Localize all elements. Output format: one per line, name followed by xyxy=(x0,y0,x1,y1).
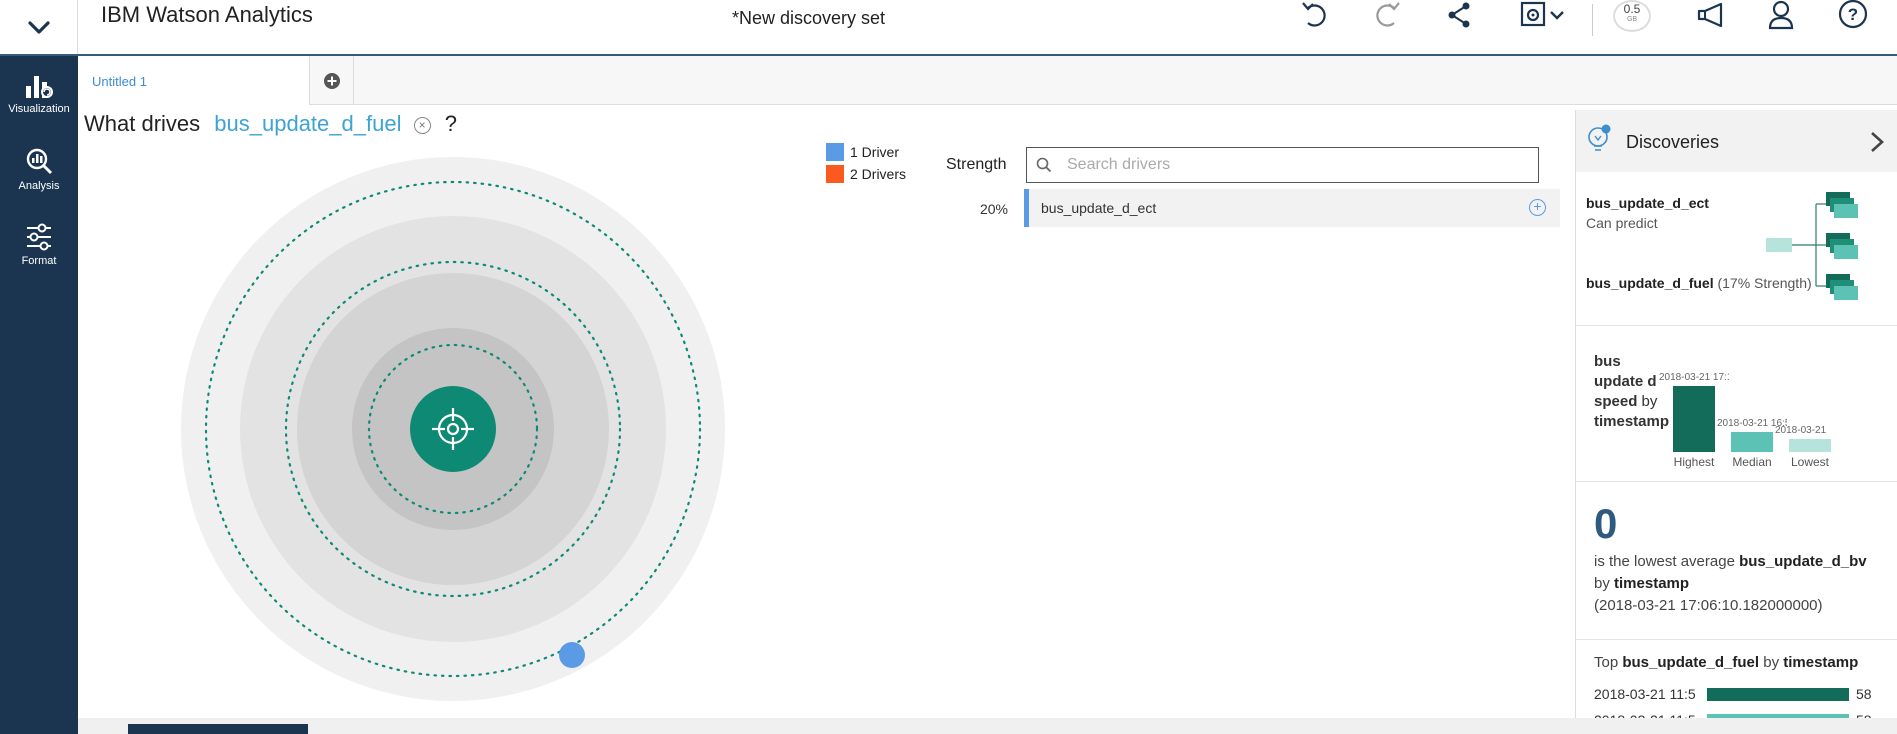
legend-swatch xyxy=(826,165,844,183)
sidebar-item-label: Analysis xyxy=(18,180,60,192)
visualization-icon xyxy=(26,76,53,98)
plus-circle-icon xyxy=(323,72,340,89)
bar-label: Median xyxy=(1732,455,1772,469)
discoveries-title: Discoveries xyxy=(1626,132,1720,152)
help-icon[interactable]: ? xyxy=(1836,0,1870,30)
row-label: 2018-03-21 11:5 xyxy=(1594,686,1696,702)
undo-icon[interactable] xyxy=(1298,0,1332,30)
share-icon[interactable] xyxy=(1444,0,1474,30)
legend-item-2-drivers: 2 Drivers xyxy=(826,163,906,185)
format-icon xyxy=(27,223,51,251)
tab-untitled-1[interactable]: Untitled 1 xyxy=(78,56,310,105)
discovery-card-lowest-average[interactable]: 0 is the lowest average bus_update_d_bv … xyxy=(1576,490,1897,640)
tab-strip: Untitled 1 xyxy=(78,56,1897,105)
insight-text: is the lowest average bus_update_d_bv xyxy=(1594,553,1867,570)
clear-target-icon[interactable]: × xyxy=(413,117,431,134)
driver-name: bus_update_d_ect xyxy=(1041,200,1157,216)
insight-field: bus_update_d_bv xyxy=(1739,553,1867,570)
card-title-line: bus xyxy=(1594,353,1621,370)
driver-list-item[interactable]: bus_update_d_ect + xyxy=(1024,189,1560,227)
announcement-icon[interactable] xyxy=(1694,0,1728,30)
driver-dot-bus-update-d-ect[interactable] xyxy=(559,642,585,668)
bar-label: Lowest xyxy=(1790,455,1830,469)
save-menu-button[interactable] xyxy=(1514,0,1570,30)
card-title-line: speed xyxy=(1594,393,1638,410)
top-list-row: 2018-03-21 11:5 58 xyxy=(1594,684,1894,704)
card-title: Top bus_update_d_fuel by timestamp xyxy=(1594,654,1858,671)
search-drivers-input[interactable] xyxy=(1067,156,1507,174)
toolbar-divider xyxy=(1592,4,1593,36)
discoveries-panel: Discoveries bus_update_d_ect Can predict… xyxy=(1575,110,1897,734)
storage-unit: GB xyxy=(1626,16,1638,23)
card-title: bus update d speed by timestamp xyxy=(1594,352,1670,432)
card-title-line: update d xyxy=(1594,373,1657,390)
card-title-plain: Top xyxy=(1594,654,1623,671)
strength-label: Strength xyxy=(946,156,1007,173)
sidebar-item-visualization[interactable]: Visualization xyxy=(0,70,78,115)
insight-by-field: timestamp xyxy=(1614,575,1690,592)
mini-bar-chart: 2018-03-21 17:1 Highest 2018-03-21 16:5 Med… xyxy=(1659,334,1896,482)
row-value: 58 xyxy=(1856,686,1872,702)
storage-value: 0.5 xyxy=(1623,2,1641,16)
top-bar: IBM Watson Analytics *New discovery set … xyxy=(0,0,1897,56)
sidebar-item-label: Visualization xyxy=(8,103,70,115)
question-prefix: What drives xyxy=(84,111,201,136)
insight-by-text: by xyxy=(1594,575,1615,592)
target-node[interactable] xyxy=(410,386,496,472)
insight-value: 0 xyxy=(1594,500,1618,547)
discovery-card-speed-by-timestamp[interactable]: bus update d speed by timestamp 2018-03-… xyxy=(1576,334,1897,482)
bar[interactable] xyxy=(1731,432,1773,452)
left-sidebar: Visualization Analysis Format xyxy=(0,56,78,734)
storage-indicator[interactable]: 0.5 GB xyxy=(1613,0,1651,32)
card-title-by: by xyxy=(1759,654,1784,671)
card-title-field: timestamp xyxy=(1783,654,1859,671)
legend-label: 2 Drivers xyxy=(850,166,907,182)
bottom-bar-handle[interactable] xyxy=(128,724,308,734)
bar-top-label: 2018-03-21 17:1 xyxy=(1659,372,1729,383)
chevron-down-icon xyxy=(1550,11,1564,20)
bar-label: Highest xyxy=(1673,455,1715,469)
card-title-field: bus_update_d_fuel xyxy=(1622,654,1760,671)
sidebar-item-format[interactable]: Format xyxy=(0,222,78,267)
question-target[interactable]: bus_update_d_fuel xyxy=(214,111,401,136)
search-icon xyxy=(1036,157,1052,173)
analysis-icon xyxy=(26,148,53,175)
bar[interactable] xyxy=(1789,439,1831,452)
predicted-field-name: bus_update_d_fuel xyxy=(1586,275,1714,291)
card-title-line: timestamp xyxy=(1594,413,1670,430)
discovery-card-predict[interactable]: bus_update_d_ect Can predict bus_update_… xyxy=(1576,178,1897,326)
insight-timestamp: (2018-03-21 17:06:10.182000000) xyxy=(1594,597,1823,614)
predict-caption: Can predict xyxy=(1586,215,1658,231)
legend-item-1-driver: 1 Driver xyxy=(826,141,906,163)
save-icon xyxy=(1520,1,1546,27)
driver-spiral-chart xyxy=(181,157,725,701)
user-icon[interactable] xyxy=(1766,0,1796,30)
driver-strength-value: 20% xyxy=(979,201,1008,217)
chevron-right-icon[interactable] xyxy=(1868,130,1886,154)
bottom-scroll-bar[interactable] xyxy=(78,718,1897,734)
decision-tree-thumbnail xyxy=(1766,192,1858,300)
discoveries-header: Discoveries xyxy=(1576,110,1897,172)
redo-icon[interactable] xyxy=(1370,0,1404,30)
insight-text-plain: is the lowest average xyxy=(1594,553,1740,570)
discovery-bulb-icon xyxy=(1588,124,1611,151)
row-bar xyxy=(1707,688,1849,701)
question-suffix: ? xyxy=(444,111,457,136)
bar-top-label: 2018-03-21 xyxy=(1775,425,1827,436)
card-title-by: by xyxy=(1641,393,1658,410)
sidebar-item-analysis[interactable]: Analysis xyxy=(0,147,78,192)
sidebar-item-label: Format xyxy=(21,255,57,267)
question-heading: What drives bus_update_d_fuel × ? xyxy=(84,111,457,137)
legend-label: 1 Driver xyxy=(850,144,900,160)
svg-text:?: ? xyxy=(1848,5,1858,24)
predictor-field: bus_update_d_ect xyxy=(1586,195,1709,211)
search-drivers-field[interactable] xyxy=(1026,147,1539,183)
insight-by: by timestamp xyxy=(1594,575,1689,592)
bar[interactable] xyxy=(1673,386,1715,452)
legend-swatch xyxy=(826,143,844,161)
driver-legend: 1 Driver 2 Drivers xyxy=(826,141,906,185)
add-tab-button[interactable] xyxy=(310,56,354,105)
add-driver-icon[interactable]: + xyxy=(1529,199,1546,216)
